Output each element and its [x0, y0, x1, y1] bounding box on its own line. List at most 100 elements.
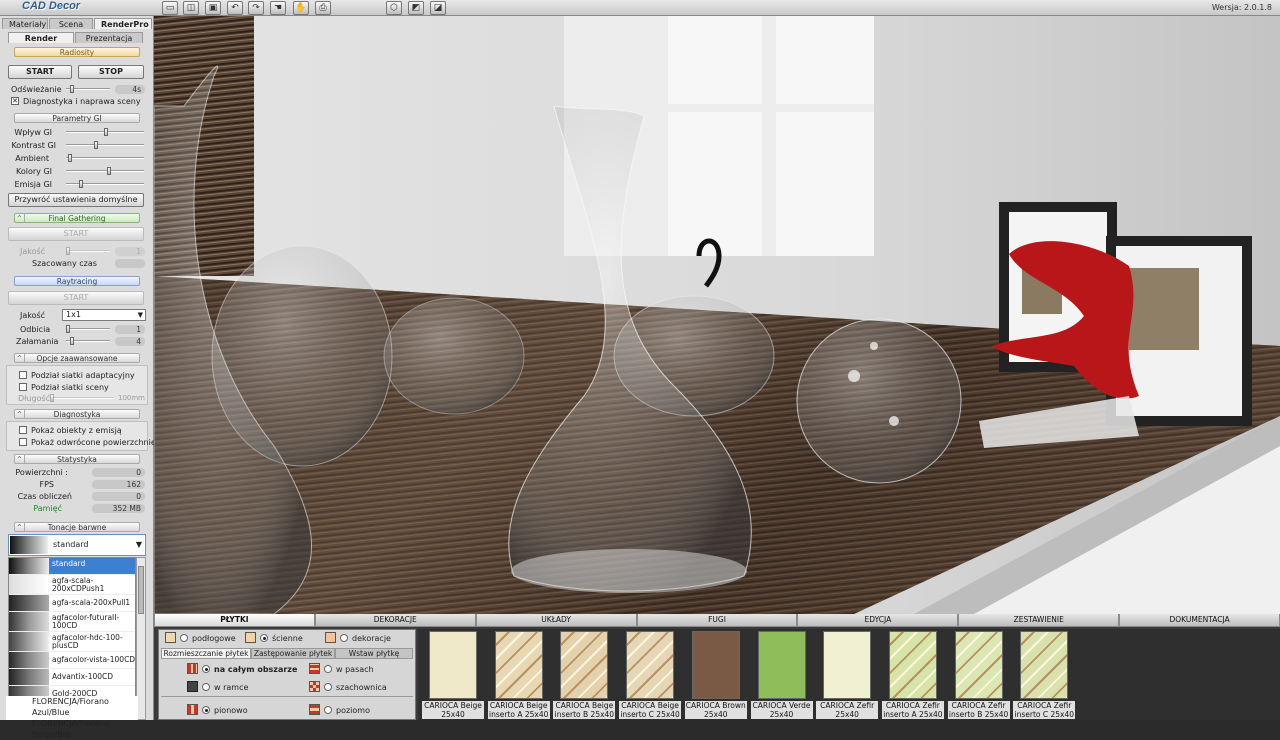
tab-render[interactable]: Render: [8, 32, 74, 43]
horizontal-radio[interactable]: [324, 706, 332, 714]
refresh-slider[interactable]: [66, 85, 110, 93]
print-icon[interactable]: ⎙: [315, 1, 331, 15]
rendered-scene: [154, 16, 1280, 614]
gi-emission-slider[interactable]: [66, 180, 144, 188]
emission-checkbox[interactable]: [19, 426, 27, 434]
adaptive-mesh-label: Podział siatki adaptacyjny: [31, 371, 135, 380]
diagnostics-checkbox[interactable]: ✕: [11, 97, 19, 105]
decor-radio[interactable]: [340, 634, 348, 642]
horizontal-icon: [309, 704, 320, 715]
subtab-insert[interactable]: Wstaw płytkę: [335, 648, 413, 659]
tab-presentation[interactable]: Prezentacja: [75, 32, 143, 43]
list-item[interactable]: agfa-scala-200xCDPush1: [9, 575, 135, 595]
redo-icon[interactable]: ↷: [248, 1, 264, 15]
pan-icon[interactable]: ✋: [293, 1, 309, 15]
tab-materials[interactable]: Materiały: [2, 18, 48, 29]
box-view-icon[interactable]: ◩: [408, 1, 424, 15]
section-radiosity[interactable]: Radiosity: [14, 47, 140, 57]
tile-item[interactable]: CARIOCA Brown 25x40: [684, 631, 747, 720]
subtab-placement[interactable]: Rozmieszczanie płytek: [161, 648, 251, 659]
inverted-checkbox[interactable]: [19, 438, 27, 446]
list-item[interactable]: agfa-scala-200xPull1: [9, 595, 135, 612]
tile-item[interactable]: CARIOCA Zefir inserto C 25x40: [1013, 631, 1076, 720]
wall-view-icon[interactable]: ◪: [430, 1, 446, 15]
tab-scene[interactable]: Scena: [49, 18, 93, 29]
rt-start-button[interactable]: START: [8, 291, 144, 305]
floor-radio[interactable]: [180, 634, 188, 642]
undo-icon[interactable]: ↶: [227, 1, 243, 15]
tone-selected-label: standard: [53, 540, 89, 549]
section-raytracing[interactable]: Raytracing: [14, 276, 140, 286]
gi-influence-slider[interactable]: [66, 128, 144, 136]
strips-radio[interactable]: [324, 665, 332, 673]
tile-item[interactable]: CARIOCA Zefir inserto A 25x40: [881, 631, 944, 720]
tab-decorations[interactable]: DEKORACJE: [314, 614, 476, 627]
vertical-radio[interactable]: [202, 706, 210, 714]
tone-swatch: [9, 558, 49, 574]
save-icon[interactable]: ▣: [205, 1, 221, 15]
tile-thumbnail: [888, 631, 937, 699]
tab-renderpro[interactable]: RenderPro: [94, 18, 152, 29]
section-advanced[interactable]: ^ Opcje zaawansowane: [14, 353, 140, 363]
tile-item[interactable]: CARIOCA Verde 25x40: [750, 631, 813, 720]
tile-caption: CARIOCA Beige inserto A 25x40: [487, 701, 550, 719]
render-viewport[interactable]: [154, 16, 1280, 614]
subtab-replace[interactable]: Zastępowanie płytek: [251, 648, 335, 659]
radiosity-start-button[interactable]: START: [8, 65, 72, 79]
list-item[interactable]: agfacolor-futuraII-100CD: [9, 612, 135, 632]
checker-icon: [309, 681, 320, 692]
tab-grout[interactable]: FUGI: [636, 614, 798, 627]
rt-reflections-slider[interactable]: [66, 325, 110, 333]
open-icon[interactable]: ◫: [183, 1, 199, 15]
decor-label: dekoracje: [352, 634, 391, 643]
hand-icon[interactable]: ☚: [270, 1, 286, 15]
section-tones[interactable]: ^ Tonacje barwne: [14, 522, 140, 532]
tab-summary[interactable]: ZESTAWIENIE: [958, 614, 1120, 627]
list-item[interactable]: Advantix-100CD: [9, 669, 135, 686]
tab-tiles[interactable]: PŁYTKI: [154, 614, 315, 627]
section-statistics[interactable]: ^ Statystyka: [14, 454, 140, 464]
tile-item[interactable]: CARIOCA Zefir inserto B 25x40: [947, 631, 1010, 720]
gi-colors-slider[interactable]: [66, 167, 144, 175]
tile-item[interactable]: CARIOCA Beige 25x40: [422, 631, 484, 720]
tab-documentation[interactable]: DOKUMENTACJA: [1119, 614, 1280, 627]
file-list: FLORENCJA/Fiorano Azul/Blue FLORENCJA/Fi…: [6, 696, 138, 739]
version-label: Wersja: 2.0.1.8: [1211, 3, 1272, 12]
reset-defaults-button[interactable]: Przywróć ustawienia domyślne: [8, 193, 144, 207]
length-slider[interactable]: [50, 394, 114, 402]
rt-quality-select[interactable]: 1x1 ▼: [62, 309, 146, 321]
whole-area-radio[interactable]: [202, 665, 210, 673]
tile-thumbnail: [954, 631, 1003, 699]
tab-edit[interactable]: EDYCJA: [797, 614, 959, 627]
list-item[interactable]: FLORENCJA/Fiorano Beige/Bro: [32, 718, 138, 740]
list-item[interactable]: FLORENCJA/Fiorano Azul/Blue: [32, 696, 138, 718]
tile-item[interactable]: CARIOCA Beige inserto B 25x40: [553, 631, 616, 720]
list-item[interactable]: standard: [9, 558, 135, 575]
fg-quality-slider[interactable]: [66, 247, 110, 255]
radiosity-stop-button[interactable]: STOP: [78, 65, 144, 79]
gi-contrast-slider[interactable]: [66, 141, 144, 149]
section-diagnostics[interactable]: ^ Diagnostyka: [14, 409, 140, 419]
checker-radio[interactable]: [324, 683, 332, 691]
tile-item[interactable]: CARIOCA Zefir 25x40: [816, 631, 879, 720]
tone-select[interactable]: standard ▼: [8, 534, 146, 556]
tile-item[interactable]: CARIOCA Beige inserto A 25x40: [487, 631, 550, 720]
section-final-gathering[interactable]: ^ Final Gathering: [14, 213, 140, 223]
tab-layouts[interactable]: UKŁADY: [475, 614, 637, 627]
scrollbar-thumb[interactable]: [138, 566, 144, 614]
app-logo: CAD Decor: [22, 0, 81, 12]
frame-radio[interactable]: [202, 683, 210, 691]
rt-refractions-slider[interactable]: [66, 337, 110, 345]
scene-mesh-checkbox[interactable]: [19, 383, 27, 391]
cube-view-icon[interactable]: ⬡: [386, 1, 402, 15]
gi-ambient-slider[interactable]: [66, 154, 144, 162]
adaptive-mesh-checkbox[interactable]: [19, 371, 27, 379]
wall-radio[interactable]: [260, 634, 268, 642]
section-gi[interactable]: Parametry GI: [14, 113, 140, 123]
new-icon[interactable]: ▭: [162, 1, 178, 15]
list-item[interactable]: agfacolor-hdc-100-plusCD: [9, 632, 135, 652]
list-item[interactable]: agfacolor-vista-100CD: [9, 652, 135, 669]
fg-start-button[interactable]: START: [8, 227, 144, 241]
tile-item[interactable]: CARIOCA Beige inserto C 25x40: [619, 631, 682, 720]
tile-caption: CARIOCA Beige inserto B 25x40: [553, 701, 616, 719]
